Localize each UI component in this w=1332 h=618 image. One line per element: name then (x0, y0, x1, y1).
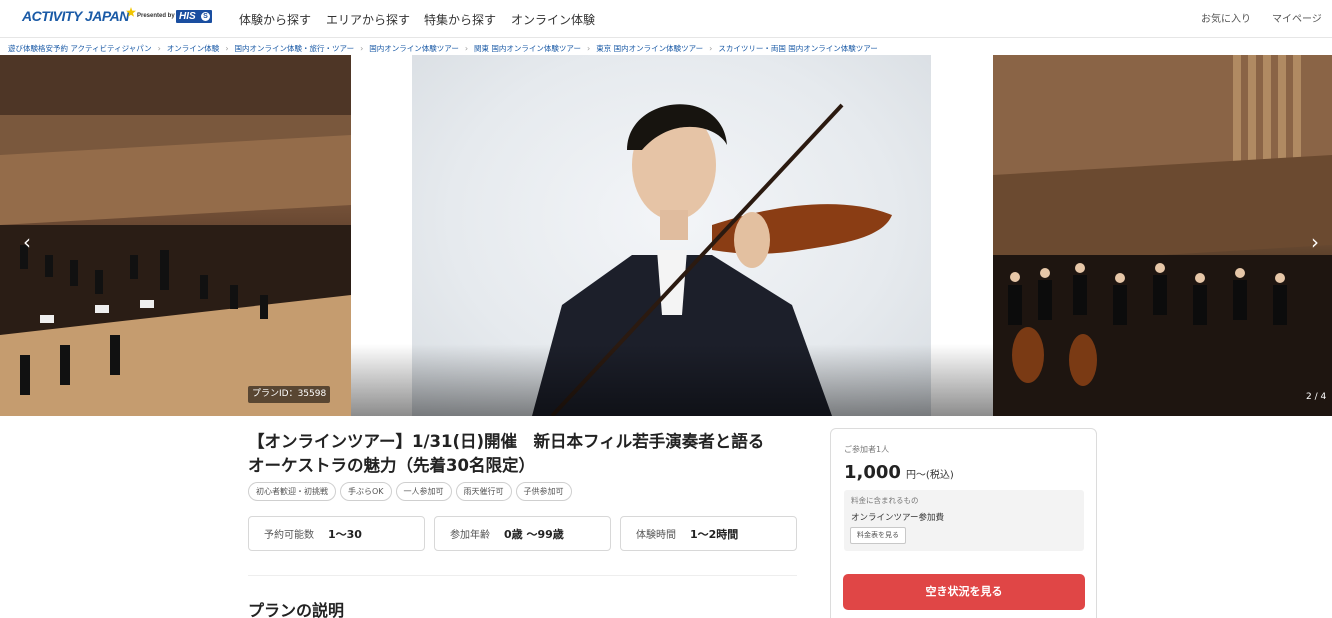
tag-solo: 一人参加可 (395, 482, 452, 501)
nav-feature[interactable]: 特集から探す (424, 11, 496, 28)
favorites-link[interactable]: お気に入り (1201, 10, 1251, 25)
stat-value: 0歳 〜99歳 (504, 527, 564, 541)
price-value: 1,000 (844, 462, 901, 483)
chevron-right-icon: › (709, 43, 713, 53)
stat-age: 参加年齢 0歳 〜99歳 (434, 516, 611, 551)
stat-label: 参加年齢 (450, 530, 490, 541)
section-divider (248, 575, 797, 576)
plan-title: 【オンラインツアー】1/31(日)開催 新日本フィル若手演奏者と語る オーケスト… (248, 430, 808, 478)
logo-text: ACTIVITY JAPAN (22, 8, 129, 24)
price-row: 1,000 円〜(税込) (844, 462, 954, 483)
logo-presented-by: Presented by (137, 13, 175, 19)
stat-duration: 体験時間 1〜2時間 (620, 516, 797, 551)
chevron-right-icon: › (225, 43, 229, 53)
his-logo-mark: S (201, 12, 210, 21)
included-item: オンラインツアー参加費 (851, 513, 944, 523)
chevron-right-icon: › (157, 43, 161, 53)
stat-value: 1〜2時間 (690, 527, 739, 541)
image-fade (351, 344, 993, 416)
tag-empty-handed: 手ぶらOK (340, 482, 392, 501)
chevron-right-icon: › (464, 43, 469, 53)
breadcrumb: 遊び体験格安予約 アクティビティジャパン › オンライン体験 › 国内オンライン… (8, 42, 878, 54)
feature-tags: 初心者歓迎・初挑戦 手ぶらOK 一人参加可 雨天催行可 子供参加可 (248, 482, 572, 501)
photo-gallery: ‹ › (0, 55, 1332, 416)
gallery-slide-orchestra-group[interactable] (993, 55, 1332, 416)
chevron-right-icon: › (586, 43, 591, 53)
price-suffix: 円〜(税込) (905, 470, 954, 481)
orchestra-group-photo (993, 55, 1332, 416)
breadcrumb-item[interactable]: 国内オンライン体験・旅行・ツアー (235, 43, 355, 54)
tag-rain-ok: 雨天催行可 (455, 482, 512, 501)
site-header: ACTIVITY JAPAN Presented by HIS S 体験から探す … (0, 0, 1332, 38)
plan-title-line1: 【オンラインツアー】1/31(日)開催 新日本フィル若手演奏者と語る (248, 432, 765, 451)
nav-area[interactable]: エリアから探す (326, 11, 410, 28)
breadcrumb-item[interactable]: 東京 国内オンライン体験ツアー (596, 43, 703, 54)
site-logo[interactable]: ACTIVITY JAPAN Presented by HIS S (22, 7, 212, 29)
gallery-next-arrow-icon[interactable]: › (1308, 231, 1322, 253)
nav-online[interactable]: オンライン体験 (511, 11, 595, 28)
star-icon (126, 7, 136, 17)
plan-description-heading: プランの説明 (248, 601, 345, 618)
gallery-slide-violinist[interactable] (351, 55, 993, 416)
breadcrumb-item[interactable]: 遊び体験格安予約 アクティビティジャパン (8, 43, 152, 54)
gallery-prev-arrow-icon[interactable]: ‹ (20, 231, 34, 253)
nav-experience[interactable]: 体験から探す (239, 11, 311, 28)
stat-label: 予約可能数 (264, 530, 314, 541)
included-label: 料金に含まれるもの (851, 496, 919, 505)
breadcrumb-item[interactable]: 関東 国内オンライン体験ツアー (474, 43, 581, 54)
check-availability-button[interactable]: 空き状況を見る (843, 574, 1085, 610)
price-table-button[interactable]: 料金表を見る (850, 527, 906, 544)
chevron-right-icon: › (360, 43, 364, 53)
breadcrumb-item[interactable]: オンライン体験 (167, 43, 220, 54)
his-logo: HIS S (176, 10, 212, 23)
plan-id-badge: プランID：35598 (248, 386, 331, 403)
stat-capacity: 予約可能数 1〜30 (248, 516, 425, 551)
plan-title-line2: オーケストラの魅力（先着30名限定） (248, 456, 535, 475)
his-logo-text: HIS (179, 11, 196, 22)
booking-panel: ご参加者1人 1,000 円〜(税込) 料金に含まれるもの オンラインツアー参加… (830, 428, 1097, 618)
stat-label: 体験時間 (636, 530, 676, 541)
breadcrumb-item[interactable]: スカイツリー・両国 国内オンライン体験ツアー (718, 43, 877, 54)
breadcrumb-item[interactable]: 国内オンライン体験ツアー (369, 43, 459, 54)
tag-kids-ok: 子供参加可 (515, 482, 572, 501)
tag-beginner: 初心者歓迎・初挑戦 (248, 482, 336, 501)
orchestra-stage-photo (0, 55, 351, 416)
included-box: 料金に含まれるもの オンラインツアー参加費 料金表を見る (844, 490, 1084, 551)
gallery-counter: 2 / 4 (1306, 392, 1327, 402)
stat-value: 1〜30 (328, 527, 362, 541)
gallery-slide-orchestra-stage[interactable] (0, 55, 351, 416)
participants-label: ご参加者1人 (844, 445, 890, 454)
mypage-link[interactable]: マイページ (1272, 10, 1322, 25)
